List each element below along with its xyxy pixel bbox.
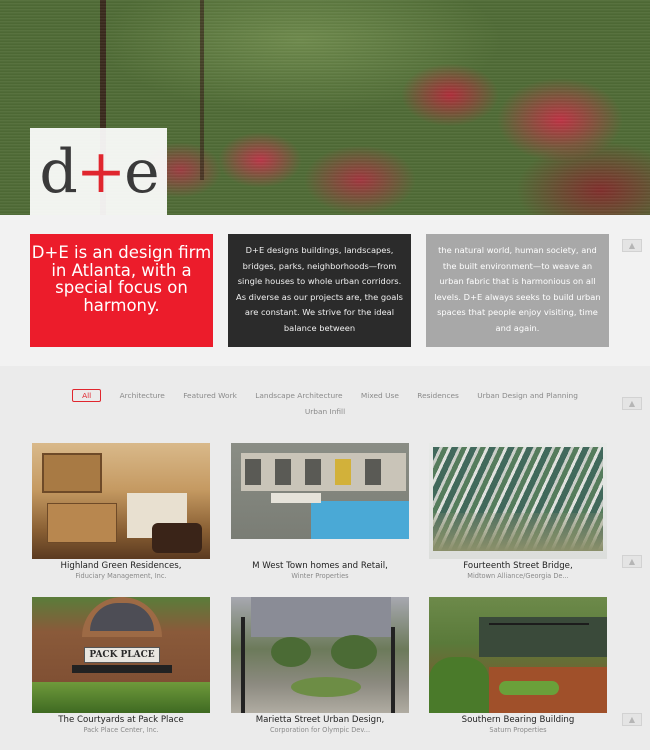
project-photo[interactable] — [429, 443, 607, 559]
filter-residences[interactable]: Residences — [417, 388, 459, 404]
about-panel-2: the natural world, human society, and th… — [426, 234, 609, 347]
project-title[interactable]: Highland Green Residences, — [32, 561, 210, 572]
project-photo[interactable] — [231, 443, 409, 539]
project-client: Midtown Alliance/Georgia De... — [467, 572, 569, 580]
project-card[interactable]: Highland Green Residences, Fiduciary Man… — [32, 443, 210, 580]
project-title[interactable]: Fourteenth Street Bridge, — [429, 561, 607, 572]
chevron-up-icon: ▲ — [628, 241, 636, 250]
hero-banner: d+e — [0, 0, 650, 215]
project-photo[interactable] — [231, 597, 409, 713]
project-client: Winter Properties — [291, 572, 349, 580]
site-logo[interactable]: d+e — [30, 128, 167, 215]
project-title[interactable]: M West Town homes and Retail, — [231, 561, 409, 572]
project-card[interactable]: Fourteenth Street Bridge, Midtown Allian… — [429, 443, 607, 580]
about-text-1: D+E designs buildings, landscapes, bridg… — [236, 245, 403, 333]
project-card[interactable]: Marietta Street Urban Design, Corporatio… — [231, 597, 409, 734]
chevron-up-icon: ▲ — [628, 399, 636, 408]
project-title[interactable]: The Courtyards at Pack Place — [32, 715, 210, 726]
scroll-up-button[interactable]: ▲ — [622, 239, 642, 252]
chevron-up-icon: ▲ — [628, 557, 636, 566]
logo-letter-e: e — [124, 136, 159, 207]
about-panel-1: D+E designs buildings, landscapes, bridg… — [228, 234, 411, 347]
filter-mixed-use[interactable]: Mixed Use — [361, 388, 399, 404]
scroll-up-button[interactable]: ▲ — [622, 397, 642, 410]
pack-place-sign: PACK PLACE — [84, 647, 160, 663]
project-client: Saturn Properties — [489, 726, 547, 734]
filter-all[interactable]: All — [72, 389, 102, 402]
tagline-text: D+E is an design firm in Atlanta, with a… — [31, 243, 212, 315]
project-title[interactable]: Southern Bearing Building — [429, 715, 607, 726]
project-photo[interactable] — [429, 597, 607, 713]
logo-letter-d: d — [39, 136, 77, 207]
filter-landscape-architecture[interactable]: Landscape Architecture — [255, 388, 342, 404]
project-photo[interactable] — [32, 443, 210, 559]
chevron-up-icon: ▲ — [628, 715, 636, 724]
tagline-panel: D+E is an design firm in Atlanta, with a… — [30, 234, 213, 347]
project-card[interactable]: PACK PLACE The Courtyards at Pack Place … — [32, 597, 210, 734]
logo-plus: + — [75, 136, 126, 207]
filter-featured-work[interactable]: Featured Work — [183, 388, 237, 404]
project-filter-bar: All Architecture Featured Work Landscape… — [60, 388, 590, 420]
project-client: Fiduciary Management, Inc. — [75, 572, 167, 580]
scroll-up-button[interactable]: ▲ — [622, 555, 642, 568]
project-card[interactable]: Southern Bearing Building Saturn Propert… — [429, 597, 607, 734]
about-text-2: the natural world, human society, and th… — [434, 245, 601, 333]
project-photo[interactable]: PACK PLACE — [32, 597, 210, 713]
filter-architecture[interactable]: Architecture — [120, 388, 165, 404]
filter-urban-design[interactable]: Urban Design and Planning — [477, 388, 578, 404]
project-client: Pack Place Center, Inc. — [83, 726, 159, 734]
scroll-up-button[interactable]: ▲ — [622, 713, 642, 726]
project-title[interactable]: Marietta Street Urban Design, — [231, 715, 409, 726]
project-client: Corporation for Olympic Dev... — [269, 726, 371, 734]
filter-urban-infill[interactable]: Urban Infill — [305, 404, 345, 420]
project-card[interactable]: M West Town homes and Retail, Winter Pro… — [231, 443, 409, 580]
